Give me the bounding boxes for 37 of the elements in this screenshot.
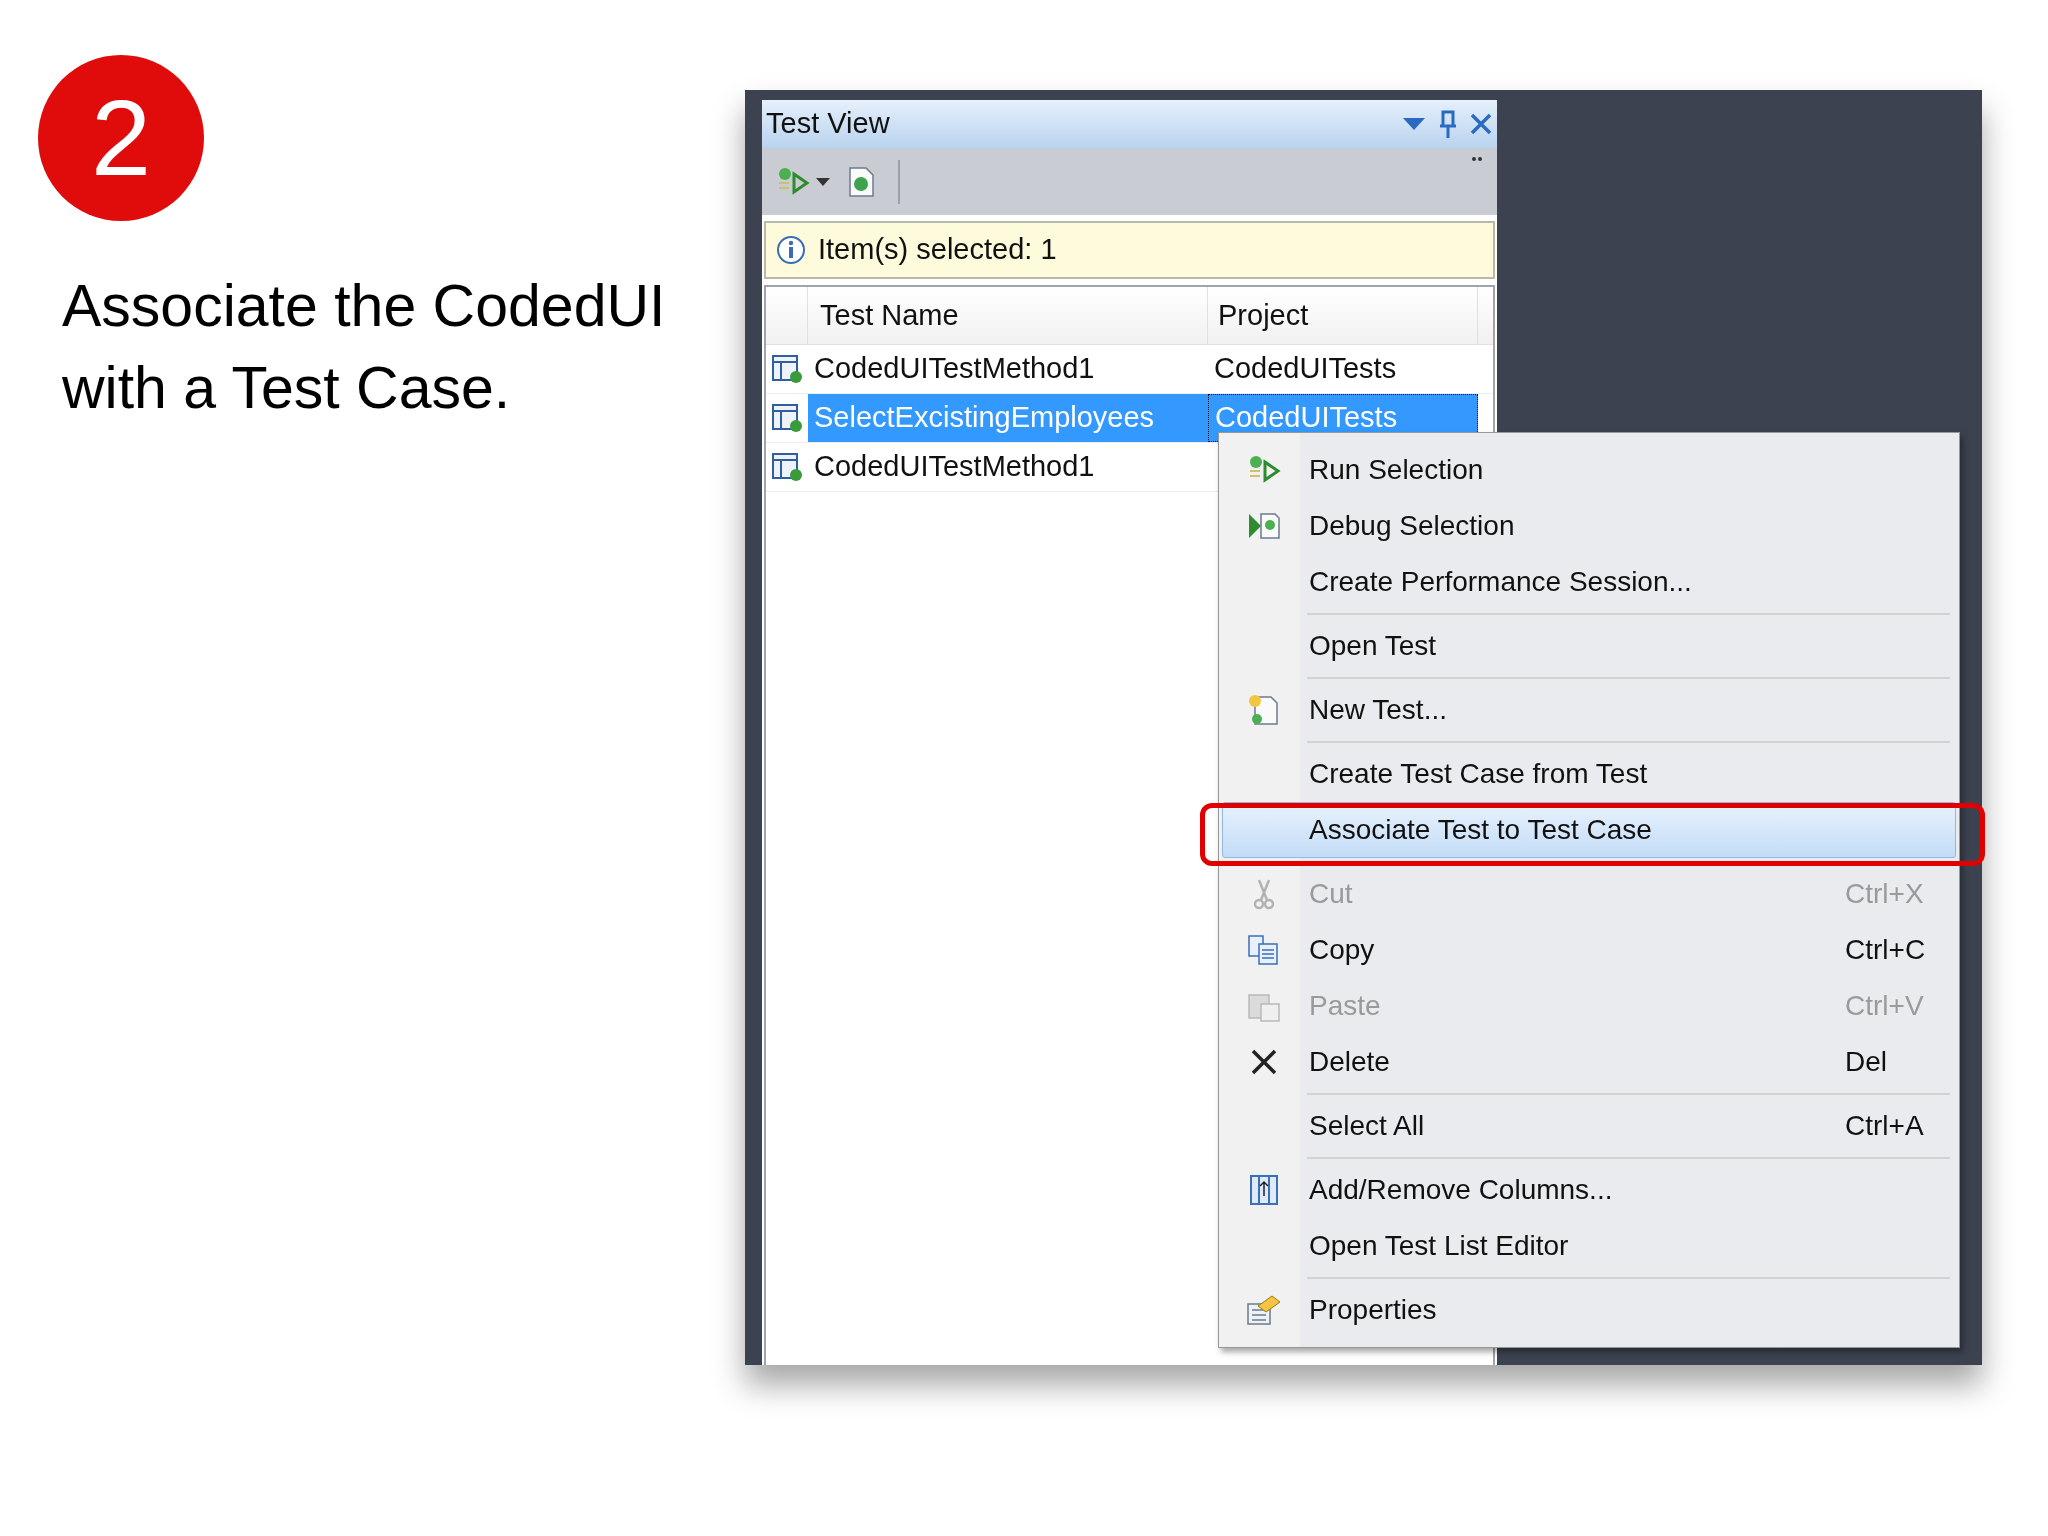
caret-icon (816, 177, 830, 186)
properties-icon (1246, 1294, 1282, 1326)
debug-icon (1247, 510, 1281, 542)
selection-count-text: Item(s) selected: 1 (818, 232, 1057, 268)
project-cell-text: CodedUITests (1213, 351, 1398, 387)
menu-item[interactable]: Create Test Case from Test (1222, 746, 1956, 802)
menu-item[interactable]: Add/Remove Columns... (1222, 1162, 1956, 1218)
test-grid-icon (771, 403, 803, 433)
menu-item[interactable]: Copy Ctrl+C (1222, 922, 1956, 978)
info-icon (776, 235, 806, 265)
delete-icon (1249, 1047, 1279, 1077)
pin-icon[interactable] (1439, 110, 1457, 138)
menu-item[interactable]: Debug Selection (1222, 498, 1956, 554)
menu-item[interactable]: Properties (1222, 1282, 1956, 1338)
menu-item[interactable]: Open Test (1222, 618, 1956, 674)
dropdown-icon[interactable] (1403, 118, 1425, 130)
test-grid-icon (771, 452, 803, 482)
menu-item[interactable]: Delete Del (1222, 1034, 1956, 1090)
menu-item[interactable]: Select All Ctrl+A (1222, 1098, 1956, 1154)
column-header[interactable]: Project (1208, 287, 1478, 344)
new-document-icon (1247, 693, 1281, 727)
test-name-cell-text: CodedUITestMethod1 (813, 449, 1096, 485)
menu-item[interactable]: New Test... (1222, 682, 1956, 738)
test-name-cell: SelectExcistingEmployees (808, 394, 1208, 442)
menu-item[interactable]: Open Test List Editor (1222, 1218, 1956, 1274)
close-icon[interactable] (1469, 112, 1493, 136)
menu-item[interactable]: Create Performance Session... (1222, 554, 1956, 610)
test-name-cell-text: CodedUITestMethod1 (813, 351, 1096, 387)
step-number-badge: 2 (38, 55, 204, 221)
column-header[interactable]: Test Name (808, 287, 1208, 344)
overflow-icon[interactable] (1471, 156, 1483, 162)
columns-icon (1249, 1174, 1279, 1206)
copy-icon (1247, 934, 1281, 966)
window-title: Test View (766, 106, 891, 142)
test-grid-icon (771, 354, 803, 384)
slide-caption: Associate the CodedUI with a Test Case. (62, 272, 667, 423)
menu-item[interactable]: Associate Test to Test Case (1222, 802, 1956, 858)
